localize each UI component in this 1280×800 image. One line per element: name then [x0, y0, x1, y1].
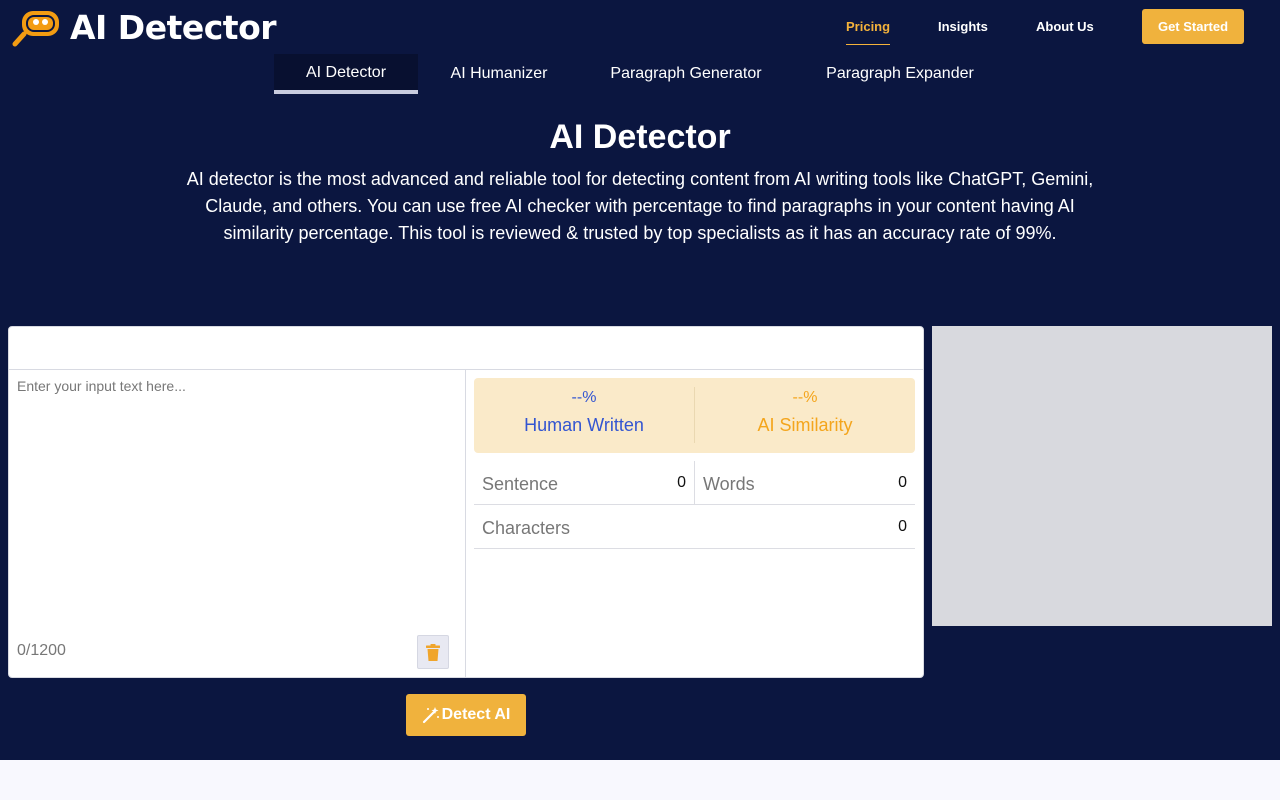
ai-score: --% AI Similarity [695, 378, 915, 436]
ad-placeholder [932, 326, 1272, 626]
tab-paragraph-generator[interactable]: Paragraph Generator [596, 54, 776, 94]
score-summary: --% Human Written --% AI Similarity [474, 378, 915, 453]
brand-logo[interactable]: AI Detector [12, 8, 277, 48]
stat-characters: Characters 0 [474, 505, 915, 549]
detector-card: 0/1200 --% Human Written --% AI Similari… [8, 326, 924, 678]
stat-sentence-label: Sentence [482, 474, 559, 494]
nav-about-us[interactable]: About Us [1036, 20, 1094, 34]
stat-sentence-value: 0 [677, 474, 686, 491]
trash-icon [426, 643, 440, 661]
card-toolbar [9, 327, 923, 370]
stat-characters-value: 0 [898, 518, 907, 535]
tab-paragraph-expander[interactable]: Paragraph Expander [812, 54, 988, 94]
page-description: AI detector is the most advanced and rel… [186, 169, 1094, 243]
brand-name: AI Detector [70, 8, 277, 47]
ai-percent: --% [792, 389, 818, 406]
ai-label: AI Similarity [757, 415, 853, 435]
human-score: --% Human Written [474, 378, 694, 436]
detect-ai-label: Detect AI [441, 706, 511, 723]
detect-ai-button[interactable]: Detect AI [406, 694, 526, 736]
nav-insights[interactable]: Insights [938, 20, 988, 34]
text-input[interactable] [17, 378, 457, 618]
stat-characters-label: Characters [482, 518, 571, 538]
human-percent: --% [571, 389, 597, 406]
tab-ai-humanizer[interactable]: AI Humanizer [434, 54, 564, 94]
nav-pricing[interactable]: Pricing [846, 20, 891, 45]
input-pane: 0/1200 [9, 370, 466, 677]
character-counter: 0/1200 [17, 642, 66, 659]
results-pane: --% Human Written --% AI Similarity Sent… [466, 370, 923, 677]
human-label: Human Written [524, 415, 644, 435]
clear-button[interactable] [417, 635, 449, 669]
stat-sentence: Sentence 0 [474, 461, 694, 505]
tab-ai-detector[interactable]: AI Detector [274, 54, 418, 94]
magnifier-robot-logo-icon [12, 11, 59, 47]
magic-wand-icon [422, 707, 439, 724]
stat-words-label: Words [703, 474, 755, 494]
get-started-button[interactable]: Get Started [1142, 9, 1244, 44]
page-title: AI Detector [549, 118, 731, 156]
stat-words-value: 0 [898, 474, 907, 491]
stat-words: Words 0 [695, 461, 915, 505]
